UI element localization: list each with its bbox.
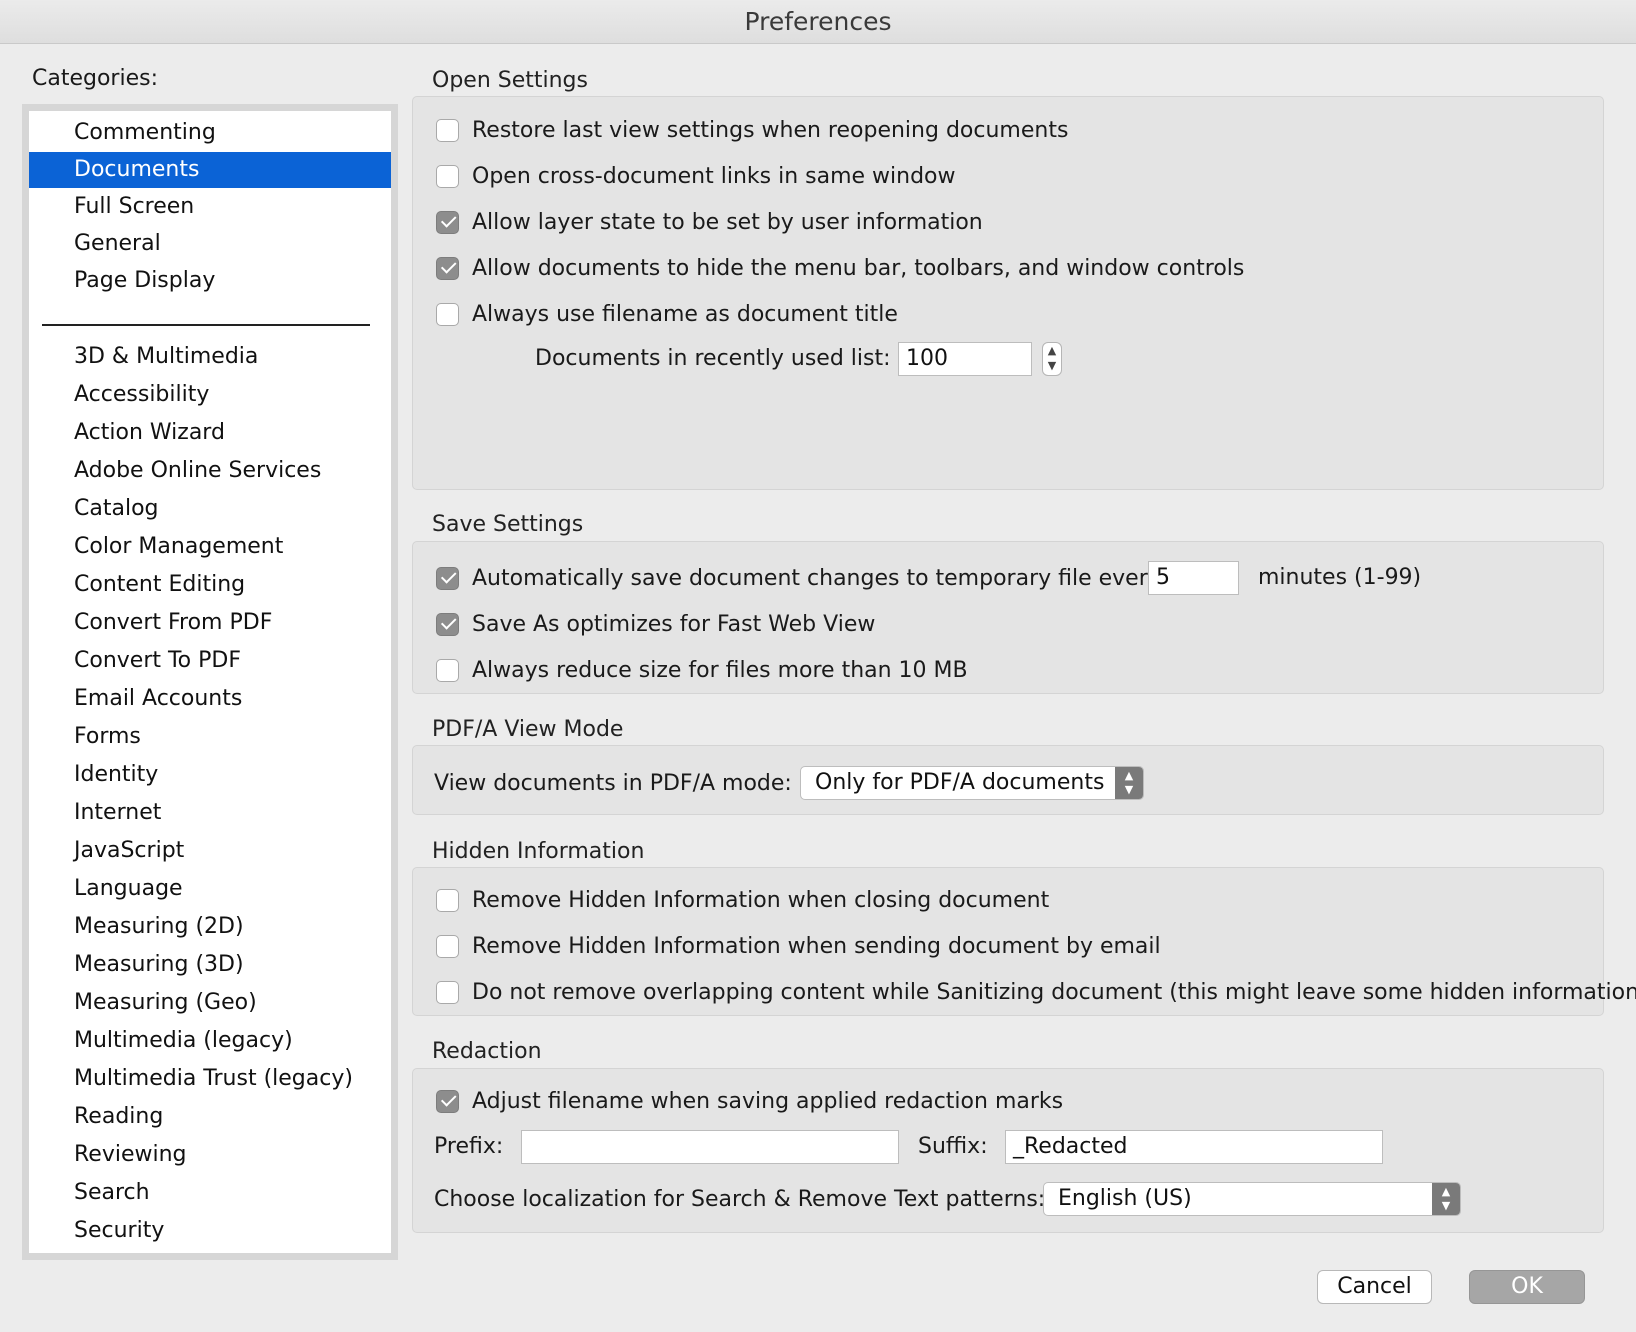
category-item[interactable]: 3D & Multimedia [29, 339, 391, 375]
overlapping-content-option[interactable]: Do not remove overlapping content while … [436, 977, 1636, 1007]
reduce-size-option[interactable]: Always reduce size for files more than 1… [436, 655, 968, 685]
updown-arrows-icon: ▲ ▼ [1115, 767, 1143, 799]
localization-select[interactable]: English (US) ▲ ▼ [1043, 1182, 1461, 1216]
pdfa-mode-value: Only for PDF/A documents [815, 770, 1105, 795]
pdfa-mode-select[interactable]: Only for PDF/A documents ▲ ▼ [800, 766, 1144, 800]
category-item[interactable]: Action Wizard [29, 415, 391, 451]
redaction-title: Redaction [432, 1039, 542, 1064]
category-item[interactable]: Catalog [29, 491, 391, 527]
category-item-documents[interactable]: Documents [29, 152, 391, 188]
overlapping-content-label: Do not remove overlapping content while … [472, 979, 1636, 1005]
category-item[interactable]: Internet [29, 795, 391, 831]
recent-list-stepper[interactable]: ▲ ▼ [1042, 342, 1062, 376]
save-settings-title: Save Settings [432, 512, 584, 537]
autosave-minutes-field[interactable]: 5 [1148, 561, 1239, 595]
chevron-up-icon[interactable]: ▲ [1043, 343, 1061, 358]
open-settings-title: Open Settings [432, 68, 588, 93]
layer-state-option[interactable]: Allow layer state to be set by user info… [436, 207, 983, 237]
localization-value: English (US) [1058, 1186, 1192, 1211]
category-item-page-display[interactable]: Page Display [29, 263, 391, 299]
fast-web-view-label: Save As optimizes for Fast Web View [472, 611, 876, 637]
remove-hidden-email-checkbox[interactable] [436, 934, 459, 958]
category-item[interactable]: Content Editing [29, 567, 391, 603]
remove-hidden-closing-checkbox[interactable] [436, 888, 459, 912]
category-item[interactable]: Email Accounts [29, 681, 391, 717]
restore-view-label: Restore last view settings when reopenin… [472, 117, 1069, 143]
prefix-label: Prefix: [434, 1134, 504, 1159]
window-title: Preferences [0, 0, 1636, 44]
category-item[interactable]: Security [29, 1213, 391, 1249]
suffix-label: Suffix: [918, 1134, 988, 1159]
autosave-checkbox[interactable] [436, 566, 459, 590]
autosave-label: Automatically save document changes to t… [472, 565, 1167, 591]
autosave-unit-label: minutes (1-99) [1258, 565, 1422, 590]
hide-menu-bar-checkbox[interactable] [436, 256, 459, 280]
hide-menu-bar-label: Allow documents to hide the menu bar, to… [472, 255, 1245, 281]
reduce-size-checkbox[interactable] [436, 658, 459, 682]
adjust-filename-checkbox[interactable] [436, 1089, 459, 1113]
category-item[interactable]: Language [29, 871, 391, 907]
recent-list-label: Documents in recently used list: [535, 346, 891, 371]
category-item[interactable]: Measuring (2D) [29, 909, 391, 945]
category-item[interactable]: Identity [29, 757, 391, 793]
hidden-info-title: Hidden Information [432, 839, 645, 864]
cancel-button[interactable]: Cancel [1317, 1270, 1432, 1304]
cross-doc-links-checkbox[interactable] [436, 164, 459, 188]
category-item[interactable]: Color Management [29, 529, 391, 565]
pdfa-mode-label: View documents in PDF/A mode: [434, 771, 792, 796]
localization-label: Choose localization for Search & Remove … [434, 1187, 1046, 1212]
ok-button[interactable]: OK [1469, 1270, 1585, 1304]
category-item-commenting[interactable]: Commenting [29, 115, 391, 151]
category-item[interactable]: Multimedia (legacy) [29, 1023, 391, 1059]
cross-doc-links-label: Open cross-document links in same window [472, 163, 956, 189]
remove-hidden-closing-label: Remove Hidden Information when closing d… [472, 887, 1050, 913]
layer-state-checkbox[interactable] [436, 210, 459, 234]
category-item[interactable]: Convert To PDF [29, 643, 391, 679]
category-item[interactable]: JavaScript [29, 833, 391, 869]
filename-title-option[interactable]: Always use filename as document title [436, 299, 898, 329]
filename-title-checkbox[interactable] [436, 302, 459, 326]
open-settings-group [412, 96, 1604, 490]
adjust-filename-option[interactable]: Adjust filename when saving applied reda… [436, 1086, 1063, 1116]
cross-doc-links-option[interactable]: Open cross-document links in same window [436, 161, 956, 191]
category-item[interactable]: Convert From PDF [29, 605, 391, 641]
updown-arrows-icon: ▲ ▼ [1432, 1183, 1460, 1215]
category-item[interactable]: Reviewing [29, 1137, 391, 1173]
prefix-field[interactable] [521, 1130, 899, 1164]
category-item-full-screen[interactable]: Full Screen [29, 189, 391, 225]
categories-list[interactable]: Commenting Documents Full Screen General… [22, 104, 398, 1260]
remove-hidden-email-label: Remove Hidden Information when sending d… [472, 933, 1161, 959]
restore-view-option[interactable]: Restore last view settings when reopenin… [436, 115, 1068, 145]
fast-web-view-option[interactable]: Save As optimizes for Fast Web View [436, 609, 875, 639]
hide-menu-bar-option[interactable]: Allow documents to hide the menu bar, to… [436, 253, 1244, 283]
remove-hidden-email-option[interactable]: Remove Hidden Information when sending d… [436, 931, 1161, 961]
adjust-filename-label: Adjust filename when saving applied reda… [472, 1088, 1064, 1114]
category-item[interactable]: Search [29, 1175, 391, 1211]
category-item[interactable]: Measuring (Geo) [29, 985, 391, 1021]
preferences-window: Preferences Categories: Commenting Docum… [0, 0, 1636, 1332]
categories-label: Categories: [32, 66, 158, 91]
category-item[interactable]: Adobe Online Services [29, 453, 391, 489]
recent-list-field[interactable]: 100 [898, 342, 1032, 376]
category-item-general[interactable]: General [29, 226, 391, 262]
category-item[interactable]: Multimedia Trust (legacy) [29, 1061, 391, 1097]
chevron-down-icon[interactable]: ▼ [1043, 358, 1061, 373]
overlapping-content-checkbox[interactable] [436, 980, 459, 1004]
reduce-size-label: Always reduce size for files more than 1… [472, 657, 968, 683]
category-item[interactable]: Reading [29, 1099, 391, 1135]
remove-hidden-closing-option[interactable]: Remove Hidden Information when closing d… [436, 885, 1049, 915]
layer-state-label: Allow layer state to be set by user info… [472, 209, 983, 235]
fast-web-view-checkbox[interactable] [436, 612, 459, 636]
autosave-option[interactable]: Automatically save document changes to t… [436, 563, 1167, 593]
restore-view-checkbox[interactable] [436, 118, 459, 142]
filename-title-label: Always use filename as document title [472, 301, 898, 327]
category-divider [42, 324, 370, 326]
suffix-field[interactable]: _Redacted [1005, 1130, 1383, 1164]
category-item[interactable]: Measuring (3D) [29, 947, 391, 983]
category-item[interactable]: Forms [29, 719, 391, 755]
pdfa-title: PDF/A View Mode [432, 717, 624, 742]
category-item[interactable]: Accessibility [29, 377, 391, 413]
